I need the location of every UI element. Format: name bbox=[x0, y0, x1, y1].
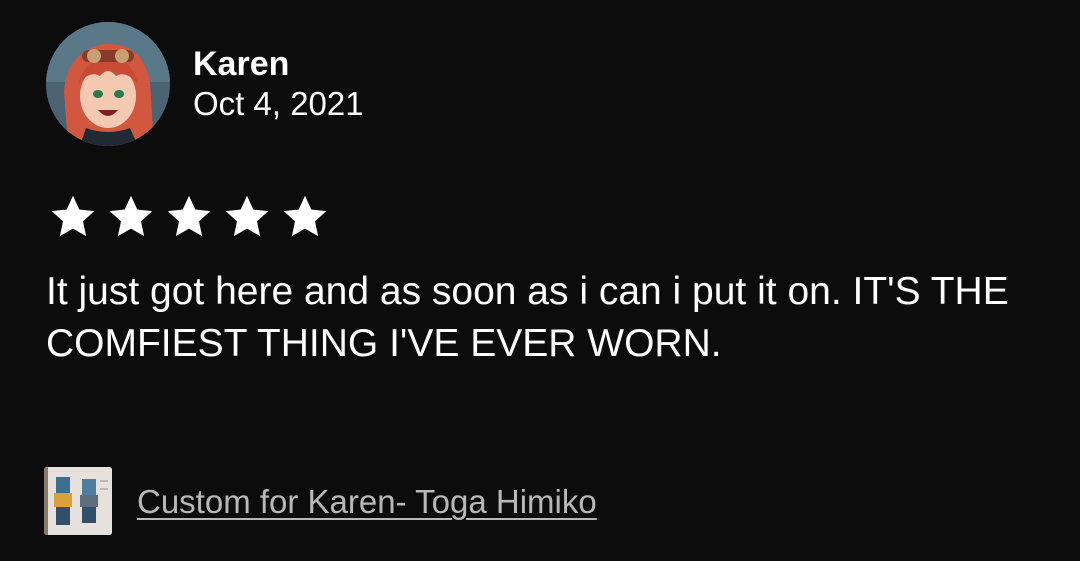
review-text: It just got here and as soon as i can i … bbox=[46, 270, 1009, 365]
avatar-image bbox=[46, 22, 170, 146]
star-icon bbox=[46, 192, 100, 242]
star-icon bbox=[104, 192, 158, 242]
star-icon bbox=[220, 192, 274, 242]
review-card: Karen Oct 4, 2021 It just got here and a… bbox=[0, 0, 1080, 561]
item-thumbnail[interactable] bbox=[44, 467, 112, 535]
review-date: Oct 4, 2021 bbox=[193, 85, 364, 122]
star-icon bbox=[162, 192, 216, 242]
item-thumbnail-image bbox=[44, 467, 112, 535]
reviewer-name[interactable]: Karen bbox=[193, 44, 289, 84]
reviewer-avatar[interactable] bbox=[46, 22, 170, 146]
star-icon bbox=[278, 192, 332, 242]
star-rating bbox=[46, 192, 332, 242]
item-title-link[interactable]: Custom for Karen- Toga Himiko bbox=[137, 482, 597, 522]
